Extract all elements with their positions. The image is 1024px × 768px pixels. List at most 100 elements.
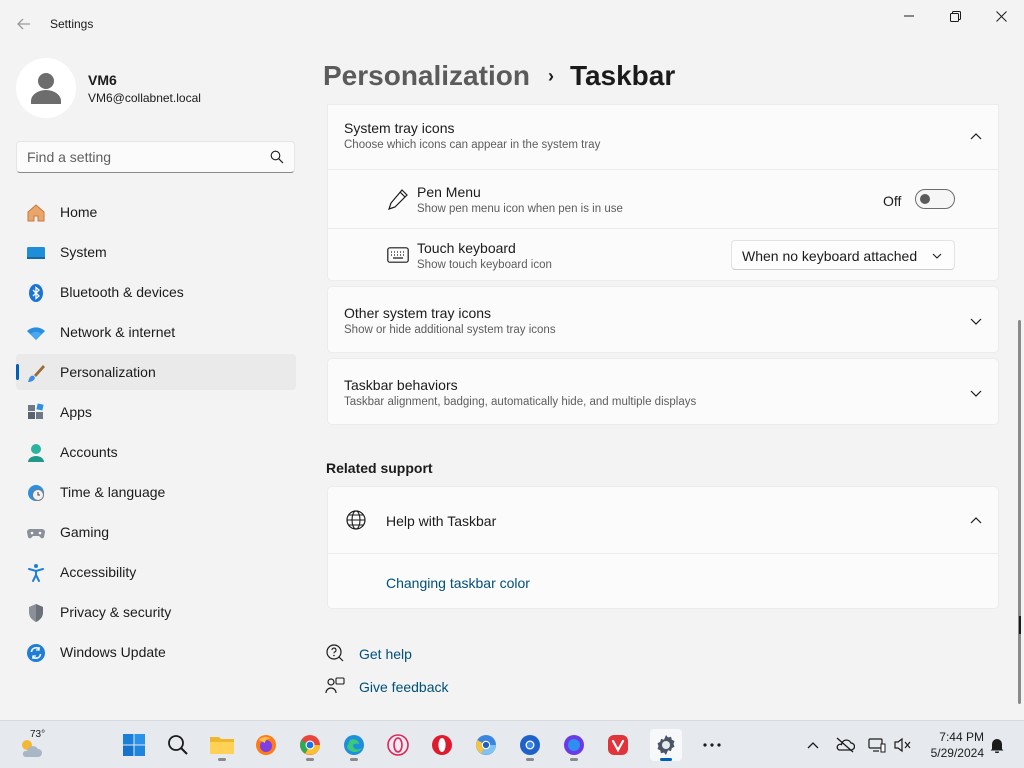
divider bbox=[328, 553, 998, 554]
chevron-down-icon bbox=[932, 253, 942, 259]
scrollbar[interactable] bbox=[1018, 320, 1021, 704]
chevron-down-icon[interactable] bbox=[969, 314, 983, 328]
card-subtitle: Choose which icons can appear in the sys… bbox=[344, 139, 601, 151]
clock-time: 7:44 PM bbox=[939, 730, 984, 744]
search-icon[interactable] bbox=[270, 150, 284, 164]
chevron-up-icon bbox=[807, 742, 819, 749]
clock-globe-icon bbox=[26, 483, 46, 503]
sidebar-item-windows-update[interactable]: Windows Update bbox=[16, 634, 296, 670]
volume-tray-button[interactable] bbox=[893, 735, 913, 755]
sidebar-item-label: Gaming bbox=[60, 524, 110, 540]
update-icon bbox=[26, 643, 46, 663]
chrome-button[interactable] bbox=[294, 729, 326, 761]
sidebar-item-label: Time & language bbox=[60, 484, 166, 500]
sidebar-item-label: Accounts bbox=[60, 444, 118, 460]
minimize-icon bbox=[904, 15, 914, 17]
show-hidden-icons-button[interactable] bbox=[803, 735, 823, 755]
changing-taskbar-color-link[interactable]: Changing taskbar color bbox=[386, 575, 530, 591]
taskbar-behaviors-card[interactable]: Taskbar behaviors Taskbar alignment, bad… bbox=[327, 358, 999, 425]
minimize-button[interactable] bbox=[886, 0, 932, 32]
firefox-icon bbox=[256, 735, 276, 755]
help-with-taskbar-header[interactable]: Help with Taskbar bbox=[328, 487, 998, 553]
close-button[interactable] bbox=[978, 0, 1024, 32]
running-indicator bbox=[306, 758, 314, 761]
get-help-link[interactable]: Get help bbox=[359, 646, 412, 662]
get-help-row[interactable]: Get help bbox=[325, 643, 445, 667]
breadcrumb-parent[interactable]: Personalization bbox=[323, 60, 530, 92]
back-button[interactable] bbox=[12, 12, 36, 36]
touch-keyboard-dropdown[interactable]: When no keyboard attached bbox=[731, 240, 955, 270]
related-support-heading: Related support bbox=[326, 460, 433, 476]
sidebar-item-label: Home bbox=[60, 204, 98, 220]
taskbar-search-button[interactable] bbox=[162, 729, 194, 761]
chromium-icon bbox=[564, 735, 584, 755]
card-title: Taskbar behaviors bbox=[344, 377, 458, 393]
other-system-tray-icons-card[interactable]: Other system tray icons Show or hide add… bbox=[327, 286, 999, 353]
edge-button[interactable] bbox=[338, 729, 370, 761]
sidebar-item-privacy-security[interactable]: Privacy & security bbox=[16, 594, 296, 630]
weather-temperature: 73° bbox=[30, 729, 46, 740]
page-title: Taskbar bbox=[569, 60, 676, 91]
sidebar-item-time-language[interactable]: Time & language bbox=[16, 474, 296, 510]
onedrive-tray-button[interactable] bbox=[835, 735, 855, 755]
opera-icon bbox=[432, 735, 452, 755]
chrome-beta-button[interactable] bbox=[470, 729, 502, 761]
opera-gx-icon bbox=[387, 734, 409, 756]
file-explorer-button[interactable] bbox=[206, 729, 238, 761]
touch-keyboard-row: Touch keyboard Show touch keyboard icon … bbox=[328, 229, 998, 281]
sidebar-item-accounts[interactable]: Accounts bbox=[16, 434, 296, 470]
pen-menu-title: Pen Menu bbox=[417, 184, 481, 200]
wifi-icon bbox=[26, 323, 46, 343]
pen-menu-row: Pen Menu Show pen menu icon when pen is … bbox=[328, 170, 998, 228]
network-tray-button[interactable] bbox=[867, 735, 887, 755]
chevron-up-icon[interactable] bbox=[969, 513, 983, 527]
settings-button[interactable] bbox=[650, 729, 682, 761]
taskbar: 73° 7:44 PM 5/29/2024 bbox=[0, 720, 1024, 768]
opera-button[interactable] bbox=[426, 729, 458, 761]
search-input[interactable] bbox=[27, 148, 257, 166]
home-icon bbox=[26, 203, 46, 223]
give-feedback-row[interactable]: Give feedback bbox=[325, 676, 465, 700]
notifications-button[interactable] bbox=[987, 735, 1007, 755]
sidebar-item-bluetooth[interactable]: Bluetooth & devices bbox=[16, 274, 296, 310]
opera-gx-button[interactable] bbox=[382, 729, 414, 761]
sidebar-item-network[interactable]: Network & internet bbox=[16, 314, 296, 350]
vivaldi-button[interactable] bbox=[602, 729, 634, 761]
breadcrumb-separator: › bbox=[547, 65, 554, 86]
sidebar-item-label: Apps bbox=[60, 404, 92, 420]
sidebar-item-apps[interactable]: Apps bbox=[16, 394, 296, 430]
sidebar-item-system[interactable]: System bbox=[16, 234, 296, 270]
sidebar-item-gaming[interactable]: Gaming bbox=[16, 514, 296, 550]
sidebar-item-personalization[interactable]: Personalization bbox=[16, 354, 296, 390]
running-indicator bbox=[350, 758, 358, 761]
pen-menu-toggle[interactable] bbox=[915, 189, 955, 209]
accounts-icon bbox=[26, 443, 46, 463]
settings-gear-icon bbox=[657, 735, 675, 755]
start-button[interactable] bbox=[118, 729, 150, 761]
taskbar-clock[interactable]: 7:44 PM 5/29/2024 bbox=[918, 729, 984, 761]
system-icon bbox=[26, 243, 46, 263]
avatar[interactable] bbox=[16, 58, 76, 118]
bell-icon bbox=[990, 739, 1004, 753]
chromium-button[interactable] bbox=[558, 729, 590, 761]
more-apps-button[interactable] bbox=[696, 729, 728, 761]
restore-icon bbox=[949, 10, 961, 22]
card-subtitle: Taskbar alignment, badging, automaticall… bbox=[344, 396, 697, 408]
system-tray-icons-header[interactable]: System tray icons Choose which icons can… bbox=[328, 105, 998, 169]
give-feedback-link[interactable]: Give feedback bbox=[359, 679, 449, 695]
chrome-dev-icon bbox=[520, 735, 540, 755]
search-box[interactable] bbox=[16, 141, 295, 173]
more-icon bbox=[703, 743, 721, 747]
shield-icon bbox=[26, 603, 46, 623]
sidebar-nav: Home System Bluetooth & devices Network … bbox=[16, 194, 296, 674]
brush-icon bbox=[26, 363, 46, 383]
chevron-down-icon[interactable] bbox=[969, 386, 983, 400]
restore-button[interactable] bbox=[932, 0, 978, 32]
chevron-up-icon[interactable] bbox=[969, 129, 983, 143]
firefox-button[interactable] bbox=[250, 729, 282, 761]
close-icon bbox=[995, 10, 1007, 22]
sidebar-item-accessibility[interactable]: Accessibility bbox=[16, 554, 296, 590]
sidebar-item-home[interactable]: Home bbox=[16, 194, 296, 230]
sidebar-item-label: Network & internet bbox=[60, 324, 176, 340]
chrome-dev-button[interactable] bbox=[514, 729, 546, 761]
